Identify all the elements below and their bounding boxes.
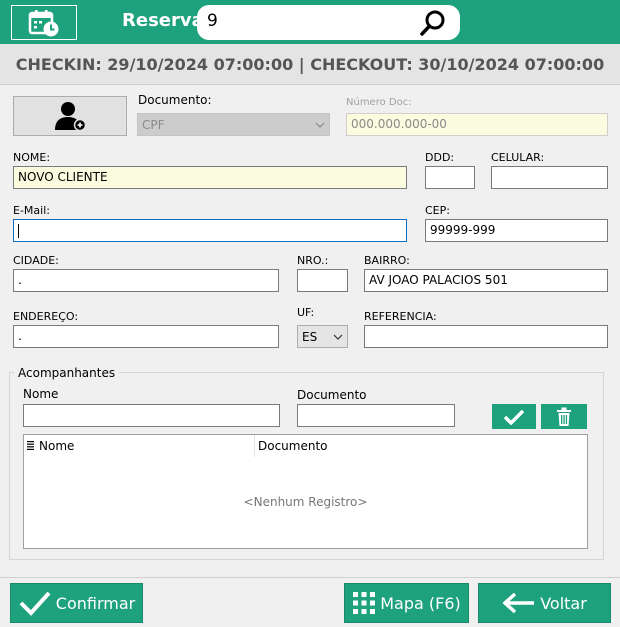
numero-doc-input[interactable]: 000.000.000-00 [346, 113, 608, 136]
chevron-down-icon [333, 334, 343, 340]
endereco-input[interactable]: . [13, 325, 279, 348]
check-icon [19, 591, 51, 616]
companion-nome-input[interactable] [23, 404, 280, 427]
checkin-checkout-bar: CHECKIN: 29/10/2024 07:00:00 | CHECKOUT:… [0, 44, 620, 85]
cidade-input[interactable]: . [13, 269, 279, 292]
acompanhantes-title: Acompanhantes [14, 366, 120, 380]
cep-label: CEP: [425, 204, 450, 217]
ddd-input[interactable] [425, 166, 475, 189]
check-icon [503, 409, 525, 425]
documento-select-value: CPF [142, 117, 165, 132]
grid-header: Nome Documento [24, 435, 587, 457]
grid-column-nome[interactable]: Nome [39, 439, 74, 453]
cidade-label: CIDADE: [13, 254, 59, 267]
list-menu-icon[interactable] [27, 441, 34, 450]
add-user-icon [55, 102, 87, 132]
nome-input[interactable]: NOVO CLIENTE [13, 166, 407, 189]
companion-delete-button[interactable] [541, 404, 587, 429]
footer-separator [0, 577, 620, 578]
confirmar-label: Confirmar [55, 593, 136, 613]
add-client-button[interactable] [13, 96, 127, 136]
companion-documento-label: Documento [297, 388, 367, 402]
celular-label: CELULAR: [491, 151, 545, 164]
calendar-clock-icon [28, 9, 59, 36]
bairro-input[interactable]: AV JOAO PALACIOS 501 [364, 269, 608, 292]
grid-icon [353, 592, 376, 614]
referencia-input[interactable] [364, 325, 608, 348]
uf-select[interactable]: ES [297, 325, 348, 348]
reserva-search-input[interactable]: 9 [197, 5, 460, 40]
bairro-label: BAIRRO: [364, 254, 410, 267]
trash-icon [557, 407, 571, 426]
chevron-down-icon [315, 122, 325, 128]
confirmar-button[interactable]: Confirmar [10, 583, 143, 623]
numero-doc-label: Número Doc: [346, 97, 412, 108]
companion-nome-label: Nome [23, 387, 59, 401]
ddd-label: DDD: [425, 151, 455, 164]
documento-label: Documento: [138, 93, 212, 107]
voltar-label: Voltar [540, 593, 587, 613]
nro-input[interactable] [297, 269, 348, 292]
documento-select[interactable]: CPF [137, 113, 330, 136]
companions-grid[interactable]: Nome Documento <Nenhum Registro> [23, 434, 588, 549]
mapa-button[interactable]: Mapa (F6) [344, 583, 469, 623]
nome-label: NOME: [13, 151, 51, 164]
nro-label: NRO.: [297, 254, 329, 267]
email-input[interactable] [13, 219, 407, 242]
uf-select-value: ES [302, 329, 318, 344]
reserva-search-value: 9 [207, 11, 218, 31]
referencia-label: REFERENCIA: [364, 310, 437, 323]
magnifier-icon[interactable] [418, 8, 448, 38]
companion-documento-input[interactable] [297, 404, 455, 427]
arrow-left-icon [502, 592, 535, 614]
celular-input[interactable] [491, 166, 608, 189]
column-divider [254, 435, 255, 457]
reserva-label: Reserva [122, 10, 204, 31]
grid-column-documento[interactable]: Documento [258, 439, 328, 453]
email-label: E-Mail: [13, 204, 50, 217]
cep-input[interactable]: 99999-999 [425, 219, 608, 242]
mapa-label: Mapa (F6) [380, 593, 461, 613]
voltar-button[interactable]: Voltar [478, 583, 611, 623]
companion-confirm-button[interactable] [492, 404, 536, 429]
text-cursor [18, 223, 19, 238]
calendar-button[interactable] [11, 5, 77, 40]
grid-empty-text: <Nenhum Registro> [243, 495, 368, 509]
uf-label: UF: [297, 306, 315, 319]
endereco-label: ENDEREÇO: [13, 310, 79, 323]
